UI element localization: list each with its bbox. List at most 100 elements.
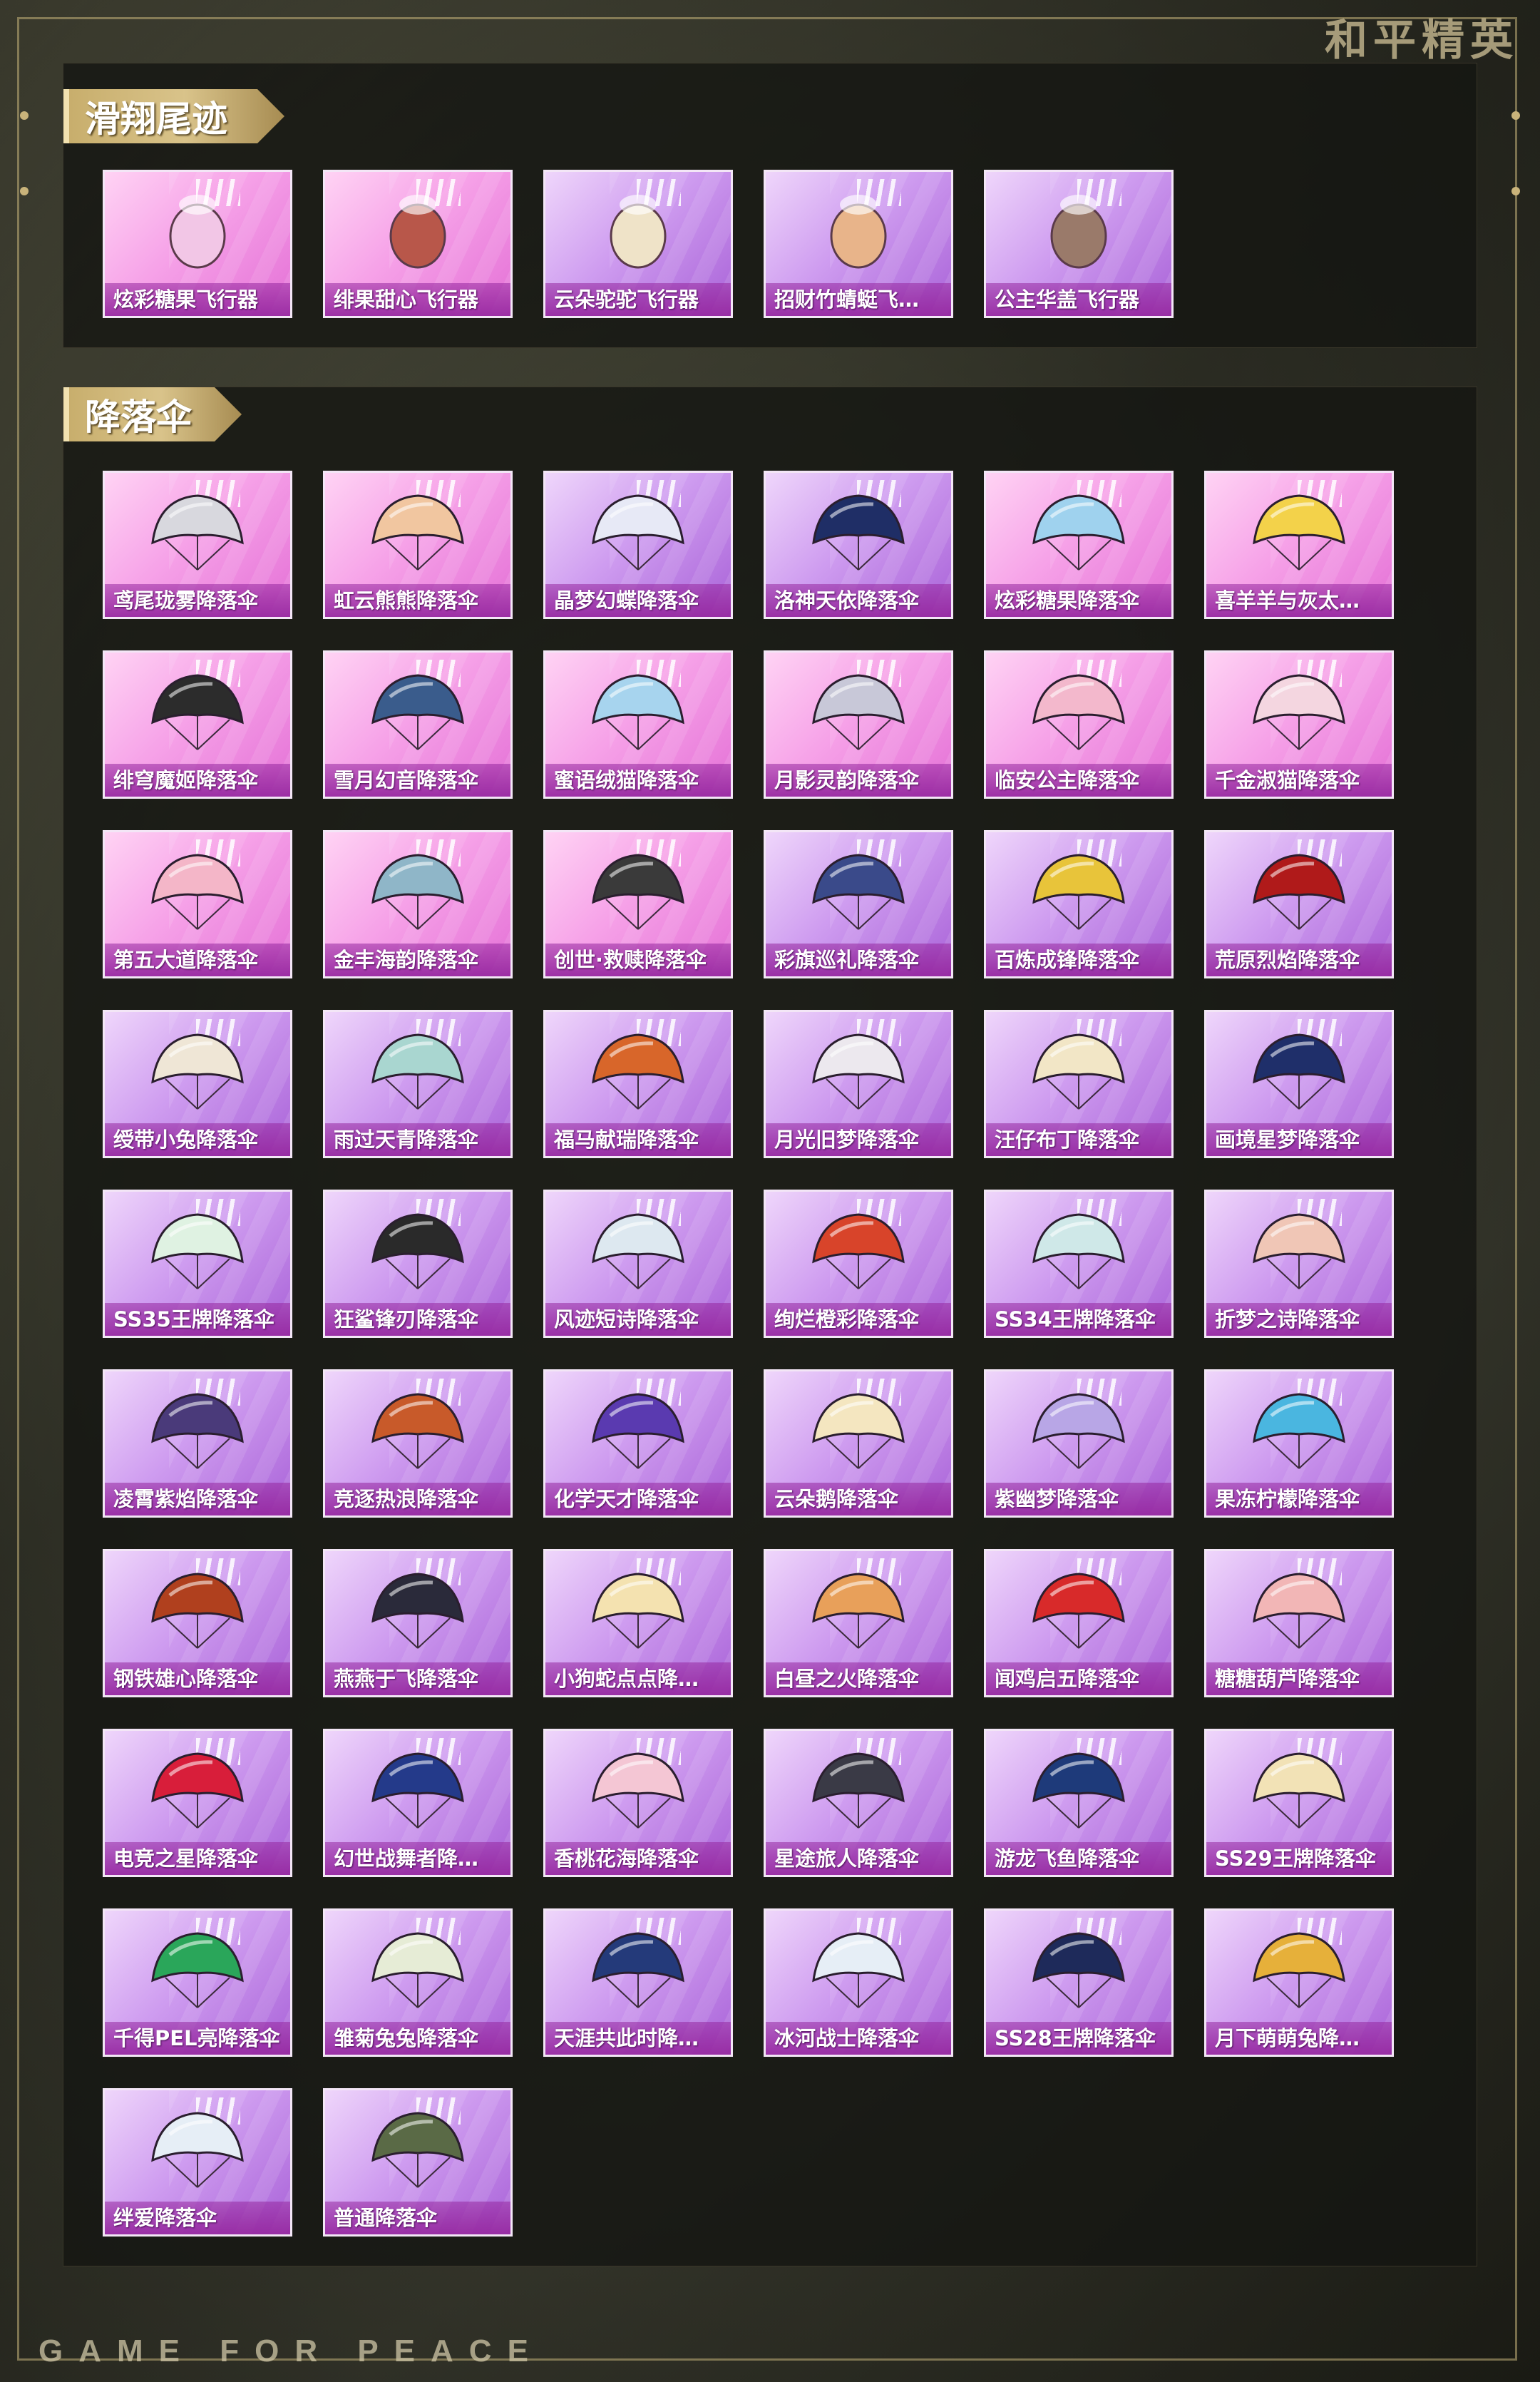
- parachute-icon: [371, 2112, 464, 2188]
- parachute-item-card[interactable]: 荒原烈焰降落伞: [1204, 830, 1394, 978]
- section-title: 滑翔尾迹: [85, 98, 227, 140]
- parachute-icon: [592, 1393, 684, 1469]
- parachute-item-card[interactable]: 风迹短诗降落伞: [543, 1190, 733, 1338]
- parachute-item-card[interactable]: 狂鲨锋刃降落伞: [323, 1190, 513, 1338]
- parachute-icon: [151, 1213, 244, 1289]
- parachute-item-card[interactable]: 画境星梦降落伞: [1204, 1010, 1394, 1158]
- parachute-item-card[interactable]: 星途旅人降落伞: [764, 1729, 953, 1877]
- parachute-item-card[interactable]: 云朵鹅降落伞: [764, 1369, 953, 1518]
- parachute-item-card[interactable]: 蜜语绒猫降落伞: [543, 650, 733, 799]
- parachute-item-card[interactable]: 千得PEL亮降落伞: [103, 1908, 292, 2057]
- parachute-item-card[interactable]: 糖糖葫芦降落伞: [1204, 1549, 1394, 1697]
- parachute-item-card[interactable]: 幻世战舞者降…: [323, 1729, 513, 1877]
- parachute-item-card[interactable]: 喜羊羊与灰太…: [1204, 471, 1394, 619]
- item-name-label: 炫彩糖果降落伞: [986, 584, 1171, 617]
- parachute-item-card[interactable]: 燕燕于飞降落伞: [323, 1549, 513, 1697]
- parachute-item-card[interactable]: 果冻柠檬降落伞: [1204, 1369, 1394, 1518]
- parachute-item-card[interactable]: 鸢尾珑雾降落伞: [103, 471, 292, 619]
- parachute-item-card[interactable]: SS29王牌降落伞: [1204, 1729, 1394, 1877]
- item-name-label: 雪月幻音降落伞: [325, 764, 510, 797]
- parachute-item-card[interactable]: 彩旗巡礼降落伞: [764, 830, 953, 978]
- parachute-icon: [151, 1393, 244, 1469]
- parachute-item-card[interactable]: 洛神天依降落伞: [764, 471, 953, 619]
- parachute-item-card[interactable]: 凌霄紫焰降落伞: [103, 1369, 292, 1518]
- parachute-item-card[interactable]: 冰河战士降落伞: [764, 1908, 953, 2057]
- parachute-item-card[interactable]: 第五大道降落伞: [103, 830, 292, 978]
- parachute-item-card[interactable]: 闻鸡启五降落伞: [984, 1549, 1174, 1697]
- item-name-label: SS28王牌降落伞: [986, 2022, 1171, 2055]
- parachute-item-card[interactable]: 雨过天青降落伞: [323, 1010, 513, 1158]
- parachute-icon: [812, 494, 905, 571]
- parachute-icon: [151, 1573, 244, 1649]
- parachute-item-card[interactable]: 普通降落伞: [323, 2088, 513, 2237]
- parachute-item-card[interactable]: 绊爱降落伞: [103, 2088, 292, 2237]
- glider-item-card[interactable]: 招财竹蜻蜓飞…: [764, 170, 953, 318]
- parachute-icon: [151, 2112, 244, 2188]
- parachute-item-card[interactable]: 绯穹魔姬降落伞: [103, 650, 292, 799]
- game-logo-top: 和平精英: [1325, 16, 1519, 66]
- item-name-label: 天涯共此时降…: [545, 2022, 731, 2055]
- parachute-icon: [812, 1033, 905, 1110]
- parachute-item-card[interactable]: 香桃花海降落伞: [543, 1729, 733, 1877]
- glider-item-card[interactable]: 云朵驼驼飞行器: [543, 170, 733, 318]
- parachute-item-card[interactable]: 折梦之诗降落伞: [1204, 1190, 1394, 1338]
- parachute-item-card[interactable]: 月下萌萌兔降…: [1204, 1908, 1394, 2057]
- frame-ornament-dot: [20, 111, 29, 120]
- item-name-label: SS35王牌降落伞: [105, 1303, 290, 1336]
- parachute-item-card[interactable]: 福马献瑞降落伞: [543, 1010, 733, 1158]
- parachute-icon: [1032, 1932, 1125, 2008]
- item-name-label: 临安公主降落伞: [986, 764, 1171, 797]
- glider-item-card[interactable]: 炫彩糖果飞行器: [103, 170, 292, 318]
- parachute-icon: [812, 854, 905, 930]
- parachute-icon: [1253, 1752, 1345, 1829]
- parachute-item-card[interactable]: 小狗蛇点点降…: [543, 1549, 733, 1697]
- parachute-item-card[interactable]: 白昼之火降落伞: [764, 1549, 953, 1697]
- parachute-item-card[interactable]: SS34王牌降落伞: [984, 1190, 1174, 1338]
- item-name-label: 百炼成锋降落伞: [986, 944, 1171, 976]
- parachute-item-card[interactable]: 紫幽梦降落伞: [984, 1369, 1174, 1518]
- item-name-label: 云朵鹅降落伞: [766, 1483, 951, 1515]
- parachute-item-card[interactable]: 化学天才降落伞: [543, 1369, 733, 1518]
- item-name-label: 竞逐热浪降落伞: [325, 1483, 510, 1515]
- parachute-item-card[interactable]: 雪月幻音降落伞: [323, 650, 513, 799]
- glider-item-card[interactable]: 公主华盖飞行器: [984, 170, 1174, 318]
- parachute-item-card[interactable]: 晶梦幻蝶降落伞: [543, 471, 733, 619]
- parachute-icon: [151, 1752, 244, 1829]
- item-name-label: 果冻柠檬降落伞: [1206, 1483, 1392, 1515]
- parachute-item-card[interactable]: 绶带小兔降落伞: [103, 1010, 292, 1158]
- item-name-label: 炫彩糖果飞行器: [105, 283, 290, 316]
- parachute-item-card[interactable]: 虹云熊熊降落伞: [323, 471, 513, 619]
- parachute-item-card[interactable]: SS35王牌降落伞: [103, 1190, 292, 1338]
- parachute-icon: [371, 854, 464, 930]
- frame-ornament-dot: [20, 187, 29, 195]
- item-name-label: 云朵驼驼飞行器: [545, 283, 731, 316]
- parachute-icon: [1253, 1393, 1345, 1469]
- parachute-icon: [1032, 1573, 1125, 1649]
- parachute-item-card[interactable]: 百炼成锋降落伞: [984, 830, 1174, 978]
- parachute-icon: [371, 1033, 464, 1110]
- parachute-item-card[interactable]: SS28王牌降落伞: [984, 1908, 1174, 2057]
- alpaca-glider-icon: [610, 195, 667, 269]
- section-title-banner: 滑翔尾迹: [63, 89, 284, 143]
- bamboo-copter-glider-icon: [830, 195, 887, 269]
- parachute-item-card[interactable]: 天涯共此时降…: [543, 1908, 733, 2057]
- parachute-item-card[interactable]: 钢铁雄心降落伞: [103, 1549, 292, 1697]
- parachute-item-card[interactable]: 汪仔布丁降落伞: [984, 1010, 1174, 1158]
- parachute-item-card[interactable]: 千金淑猫降落伞: [1204, 650, 1394, 799]
- parachute-item-card[interactable]: 临安公主降落伞: [984, 650, 1174, 799]
- parachute-item-card[interactable]: 竞逐热浪降落伞: [323, 1369, 513, 1518]
- parachute-item-card[interactable]: 金丰海韵降落伞: [323, 830, 513, 978]
- collection-screen: 和平精英 滑翔尾迹 炫彩糖果飞行器 绯果甜心飞行器 云朵驼驼飞行器 招财竹蜻蜓飞… 公主…: [0, 0, 1540, 2382]
- parachute-item-card[interactable]: 雏菊兔兔降落伞: [323, 1908, 513, 2057]
- parachute-icon: [1253, 1033, 1345, 1110]
- parachute-item-card[interactable]: 电竞之星降落伞: [103, 1729, 292, 1877]
- parachute-icon: [371, 1213, 464, 1289]
- item-name-label: 金丰海韵降落伞: [325, 944, 510, 976]
- parachute-item-card[interactable]: 绚烂橙彩降落伞: [764, 1190, 953, 1338]
- glider-item-card[interactable]: 绯果甜心飞行器: [323, 170, 513, 318]
- parachute-item-card[interactable]: 月光旧梦降落伞: [764, 1010, 953, 1158]
- parachute-item-card[interactable]: 创世·救赎降落伞: [543, 830, 733, 978]
- parachute-item-card[interactable]: 游龙飞鱼降落伞: [984, 1729, 1174, 1877]
- parachute-item-card[interactable]: 炫彩糖果降落伞: [984, 471, 1174, 619]
- parachute-item-card[interactable]: 月影灵韵降落伞: [764, 650, 953, 799]
